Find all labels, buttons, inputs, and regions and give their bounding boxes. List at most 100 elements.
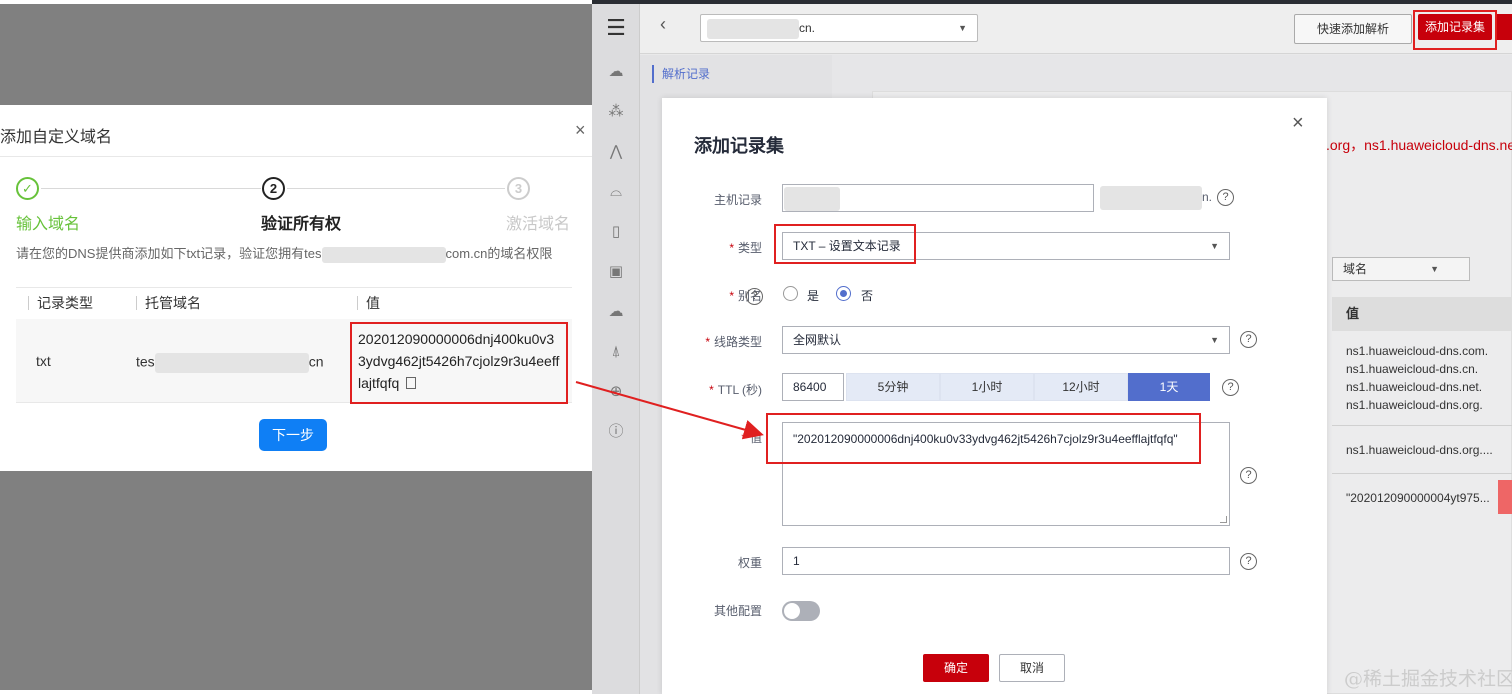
domain-select-value: cn. — [799, 21, 816, 35]
add-record-set-button[interactable]: 添加记录集 — [1418, 14, 1492, 40]
dialog-title: 添加记录集 — [694, 136, 784, 156]
ns-record-line: ns1.huaweicloud-dns.com. — [1346, 344, 1489, 358]
domain-select[interactable]: cn. ▼ — [700, 14, 978, 42]
copy-icon[interactable] — [406, 377, 417, 389]
watermark: @稀土掘金技术社区 — [1344, 668, 1512, 690]
step-connector — [287, 188, 505, 189]
cancel-button[interactable]: 取消 — [999, 654, 1065, 682]
type-label-text: 类型 — [737, 241, 762, 255]
service-icon-rail: ☰ ☁ ⁂ ⋀ ⌓ ▯ ▣ ☁ ⍋ ⊕ ⓘ — [592, 4, 640, 694]
help-icon[interactable]: ? — [1240, 331, 1257, 348]
ttl-12hour-button[interactable]: 12小时 — [1034, 373, 1128, 401]
globe-icon[interactable]: ⊕ — [606, 382, 626, 402]
line-type-label: * 线路类型 — [705, 335, 762, 349]
chevron-down-icon: ▼ — [1210, 241, 1219, 251]
ip-icon[interactable]: ⓘ — [606, 422, 626, 442]
alias-yes-label: 是 — [807, 289, 820, 303]
database-icon[interactable]: ⌓ — [606, 182, 626, 202]
filter-select[interactable]: 域名 ▼ — [1332, 257, 1470, 281]
quick-add-resolution-button[interactable]: 快速添加解析 — [1294, 14, 1412, 44]
subnav-item-records[interactable]: 解析记录 — [652, 65, 710, 83]
ttl-label: * TTL (秒) — [709, 383, 762, 397]
host-record-label: 主机记录 — [713, 193, 762, 207]
help-icon[interactable]: ? — [1222, 379, 1239, 396]
redacted-domain — [154, 353, 309, 373]
page-header: ‹ cn. ▼ 快速添加解析 — [640, 4, 1512, 54]
line-type-value: 全网默认 — [793, 333, 842, 347]
record-type-value: TXT – 设置文本记录 — [793, 239, 901, 253]
next-step-button[interactable]: 下一步 — [259, 419, 327, 451]
ttl-5min-button[interactable]: 5分钟 — [846, 373, 940, 401]
col-record-type: 记录类型 — [28, 296, 93, 310]
add-record-set-dialog: 添加记录集 × 主机记录 n. ? * 类型 TXT – 设置文本记录 ▼ * 别名… — [662, 98, 1327, 694]
close-icon[interactable]: × — [1292, 113, 1304, 133]
line-type-label-text: 线路类型 — [713, 335, 762, 349]
help-icon[interactable]: ? — [1240, 553, 1257, 570]
cluster-icon[interactable]: ⁂ — [606, 102, 626, 122]
modal-backdrop-bottom — [0, 471, 592, 690]
backup-icon[interactable]: ▣ — [606, 262, 626, 282]
help-icon[interactable]: ? — [746, 288, 763, 305]
cloud-server-icon[interactable]: ☁ — [606, 62, 626, 82]
domain-suffix: cn — [308, 353, 324, 370]
alias-no-radio[interactable] — [836, 286, 851, 301]
redacted-domain — [321, 246, 446, 263]
step-connector — [41, 188, 261, 189]
domain-prefix: tes — [136, 353, 155, 370]
step-1-check-icon: ✓ — [16, 177, 39, 200]
floating-side-button[interactable] — [1498, 480, 1512, 514]
value-textarea[interactable]: "202012090000006dnj400ku0v33ydvg462jt542… — [782, 422, 1230, 526]
ns-record-line: ns1.huaweicloud-dns.net. — [1346, 380, 1483, 394]
other-config-toggle[interactable] — [782, 601, 820, 621]
row-divider — [1332, 425, 1512, 426]
left-window: 添加自定义域名 × ✓ 输入域名 2 验证所有权 3 激活域名 请在您的DNS提… — [0, 0, 592, 694]
network-icon[interactable]: ⋀ — [606, 142, 626, 162]
instruction-prefix: 请在您的DNS提供商添加如下txt记录，验证您拥有tes — [16, 246, 322, 261]
instruction-text: 请在您的DNS提供商添加如下txt记录，验证您拥有tes com.cn的域名权限 — [16, 245, 576, 263]
filter-label: 域名 — [1343, 262, 1368, 276]
step-3-label: 激活域名 — [506, 216, 571, 233]
redacted-zone — [1100, 186, 1202, 210]
weight-input[interactable]: 1 — [782, 547, 1230, 575]
cloud-icon[interactable]: ☁ — [606, 302, 626, 322]
ttl-label-text: TTL (秒) — [717, 383, 762, 397]
menu-icon[interactable]: ☰ — [606, 17, 626, 39]
ttl-input[interactable]: 86400 — [782, 373, 844, 401]
chevron-down-icon: ▼ — [1210, 335, 1219, 345]
ttl-1hour-button[interactable]: 1小时 — [940, 373, 1034, 401]
nameserver-notice: .org，ns1.huaweicloud-dns.ne — [1326, 137, 1512, 153]
value-label-text: 值 — [749, 431, 762, 445]
ttl-1day-button[interactable]: 1天 — [1128, 373, 1210, 401]
step-2-number: 2 — [262, 177, 285, 200]
help-icon[interactable]: ? — [1240, 467, 1257, 484]
storage-icon[interactable]: ▯ — [606, 222, 626, 242]
redacted-host — [784, 186, 840, 211]
help-icon[interactable]: ? — [1217, 189, 1234, 206]
cell-record-type: txt — [36, 353, 51, 369]
confirm-button[interactable]: 确定 — [923, 654, 989, 682]
ns-record-line: ns1.huaweicloud-dns.cn. — [1346, 362, 1479, 376]
step-2-label: 验证所有权 — [261, 216, 342, 233]
step-1-label: 输入域名 — [16, 216, 81, 233]
host-record-input[interactable] — [782, 184, 1094, 212]
back-icon[interactable]: ‹ — [660, 14, 666, 35]
col-value: 值 — [357, 296, 380, 310]
host-suffix: n. — [1100, 186, 1212, 210]
type-label: * 类型 — [729, 241, 762, 255]
chevron-down-icon: ▼ — [958, 23, 967, 33]
deploy-icon[interactable]: ⍋ — [606, 342, 626, 362]
alias-no-label: 否 — [861, 289, 874, 303]
record-type-select[interactable]: TXT – 设置文本记录 ▼ — [782, 232, 1230, 260]
value-label: * 值 — [741, 431, 762, 445]
resize-handle-icon[interactable] — [1220, 516, 1227, 523]
chevron-down-icon: ▼ — [1430, 264, 1439, 274]
txt-value: 202012090000006dnj400ku0v33ydvg462jt5426… — [358, 331, 560, 391]
dialog-title: 添加自定义域名 — [0, 129, 113, 146]
cell-hosted-domain: tes cn — [136, 353, 323, 373]
line-type-select[interactable]: 全网默认 ▼ — [782, 326, 1230, 354]
alias-yes-radio[interactable] — [783, 286, 798, 301]
soa-record-line: ns1.huaweicloud-dns.org.... — [1346, 443, 1493, 457]
table-header: 记录类型 托管域名 值 — [16, 287, 572, 319]
txt-value-highlight[interactable]: 202012090000006dnj400ku0v33ydvg462jt5426… — [350, 322, 568, 404]
close-icon[interactable]: × — [575, 121, 586, 139]
